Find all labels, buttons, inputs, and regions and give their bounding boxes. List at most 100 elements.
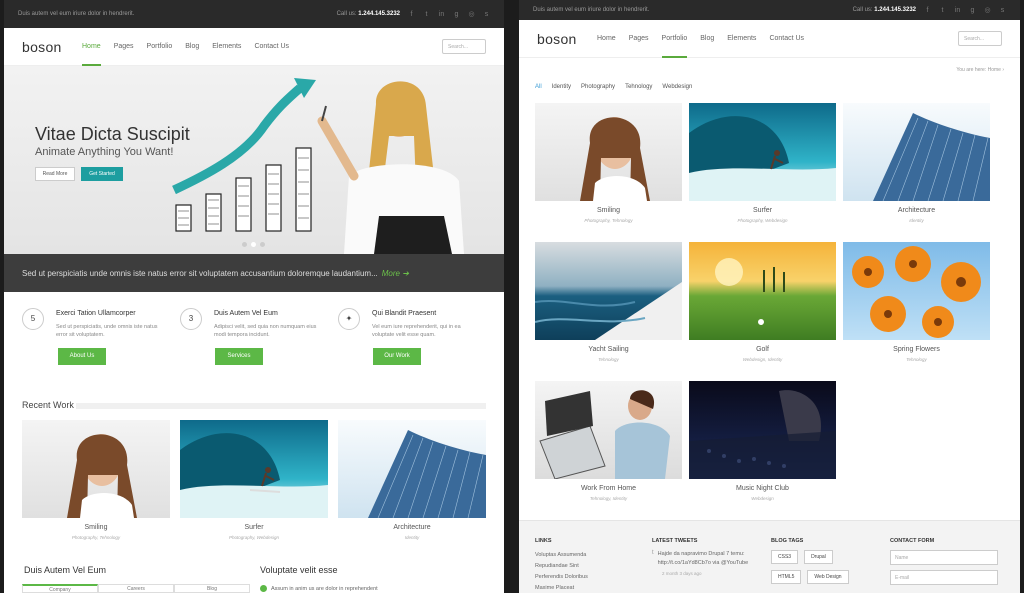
our-work-button[interactable]: Our Work bbox=[373, 348, 421, 365]
linkedin-icon[interactable]: in bbox=[438, 11, 445, 18]
tab-careers[interactable]: Careers bbox=[98, 584, 174, 593]
portfolio-categories: Photography, Webdesign bbox=[737, 218, 788, 223]
menu-pages[interactable]: Pages bbox=[114, 28, 134, 66]
slider-dot[interactable] bbox=[260, 242, 265, 247]
portfolio-thumb-architecture[interactable] bbox=[843, 103, 990, 201]
menu-blog[interactable]: Blog bbox=[700, 20, 714, 58]
portfolio-filters: All Identity Photography Tehnology Webde… bbox=[535, 84, 692, 90]
menu-elements[interactable]: Elements bbox=[727, 20, 756, 58]
slider-dot[interactable] bbox=[251, 242, 256, 247]
logo[interactable]: boson bbox=[537, 31, 597, 47]
banner-more-link[interactable]: More ➔ bbox=[382, 269, 409, 278]
menu-pages[interactable]: Pages bbox=[629, 20, 649, 58]
dribbble-icon[interactable]: ◎ bbox=[984, 7, 991, 14]
read-more-button[interactable]: Read More bbox=[35, 167, 75, 181]
footer-link[interactable]: Perferendis Doloribus bbox=[535, 572, 588, 583]
tag-html5[interactable]: HTML5 bbox=[771, 570, 802, 584]
breadcrumb[interactable]: You are here: Home › bbox=[956, 67, 1004, 73]
footer-tweets-title: LATEST TWEETS bbox=[652, 538, 698, 544]
menu-portfolio[interactable]: Portfolio bbox=[147, 28, 173, 66]
tag-drupal[interactable]: Drupal bbox=[804, 550, 833, 564]
portfolio-title[interactable]: Golf bbox=[689, 346, 836, 353]
tab-company[interactable]: Company bbox=[22, 584, 98, 593]
facebook-icon[interactable]: f bbox=[924, 7, 931, 14]
search-input[interactable]: Search... bbox=[958, 31, 1002, 46]
tag-web-design[interactable]: Web Design bbox=[807, 570, 849, 584]
twitter-icon[interactable]: t bbox=[939, 7, 946, 14]
portfolio-thumb-golf[interactable] bbox=[689, 242, 836, 340]
portfolio-categories: Identity bbox=[909, 218, 924, 223]
portfolio-title[interactable]: Yacht Sailing bbox=[535, 346, 682, 353]
facebook-icon[interactable]: f bbox=[408, 11, 415, 18]
logo[interactable]: boson bbox=[22, 39, 82, 55]
hero-slider: Vitae Dicta Suscipit Animate Anything Yo… bbox=[4, 66, 504, 254]
main-nav: boson Home Pages Portfolio Blog Elements… bbox=[519, 20, 1020, 58]
section-title-left: Duis Autem Vel Eum bbox=[24, 565, 107, 575]
footer-link[interactable]: Voluptas Assumenda bbox=[535, 550, 588, 561]
portfolio-thumb-smiling[interactable] bbox=[535, 103, 682, 201]
feature-title: Duis Autem Vel Eum bbox=[214, 310, 278, 317]
work-title[interactable]: Architecture bbox=[338, 524, 486, 531]
name-field[interactable]: Name bbox=[890, 550, 998, 565]
skype-icon[interactable]: s bbox=[483, 11, 490, 18]
twitter-icon[interactable]: t bbox=[423, 11, 430, 18]
work-title[interactable]: Smiling bbox=[22, 524, 170, 531]
filter-tehnology[interactable]: Tehnology bbox=[625, 84, 652, 90]
portfolio-thumb-flowers[interactable] bbox=[843, 242, 990, 340]
check-icon bbox=[260, 585, 267, 592]
topbar-text: Duis autem vel eum iriure dolor in hendr… bbox=[18, 11, 135, 17]
work-thumb-smiling[interactable] bbox=[22, 420, 170, 518]
filter-identity[interactable]: Identity bbox=[552, 84, 571, 90]
menu-portfolio[interactable]: Portfolio bbox=[661, 20, 687, 58]
googleplus-icon[interactable]: g bbox=[453, 11, 460, 18]
portfolio-thumb-work-from-home[interactable] bbox=[535, 381, 682, 479]
portfolio-title[interactable]: Architecture bbox=[843, 207, 990, 214]
portfolio-title[interactable]: Music Night Club bbox=[689, 485, 836, 492]
promo-banner: Sed ut perspiciatis unde omnis iste natu… bbox=[4, 254, 504, 292]
linkedin-icon[interactable]: in bbox=[954, 7, 961, 14]
work-thumb-architecture[interactable] bbox=[338, 420, 486, 518]
portfolio-title[interactable]: Spring Flowers bbox=[843, 346, 990, 353]
work-thumb-surfer[interactable] bbox=[180, 420, 328, 518]
menu-elements[interactable]: Elements bbox=[212, 28, 241, 66]
portfolio-title[interactable]: Work From Home bbox=[535, 485, 682, 492]
menu: Home Pages Portfolio Blog Elements Conta… bbox=[82, 28, 289, 66]
services-button[interactable]: Services bbox=[215, 348, 263, 365]
portfolio-thumb-yacht[interactable] bbox=[535, 242, 682, 340]
menu-contact[interactable]: Contact Us bbox=[254, 28, 289, 66]
portfolio-thumb-music-club[interactable] bbox=[689, 381, 836, 479]
tab-blog[interactable]: Blog bbox=[174, 584, 250, 593]
menu-blog[interactable]: Blog bbox=[185, 28, 199, 66]
tabs: Company Careers Blog bbox=[22, 584, 250, 593]
tweet-text[interactable]: Hajde da napravimo Drupal 7 temu: http:/… bbox=[658, 550, 762, 568]
footer-contact-title: CONTACT FORM bbox=[890, 538, 935, 544]
filter-webdesign[interactable]: Webdesign bbox=[662, 84, 692, 90]
skype-icon[interactable]: s bbox=[999, 7, 1006, 14]
portfolio-thumb-surfer[interactable] bbox=[689, 103, 836, 201]
slider-dot[interactable] bbox=[242, 242, 247, 247]
menu-contact[interactable]: Contact Us bbox=[769, 20, 804, 58]
topbar-text: Duis autem vel eum iriure dolor in hendr… bbox=[533, 7, 650, 13]
search-input[interactable]: Search... bbox=[442, 39, 486, 54]
portfolio-title[interactable]: Surfer bbox=[689, 207, 836, 214]
top-bar: Duis autem vel eum iriure dolor in hendr… bbox=[4, 0, 504, 28]
footer-link[interactable]: Maxime Placeat bbox=[535, 583, 588, 593]
html5-icon: 5 bbox=[22, 308, 44, 330]
filter-all[interactable]: All bbox=[535, 84, 542, 90]
filter-photography[interactable]: Photography bbox=[581, 84, 615, 90]
work-title[interactable]: Surfer bbox=[180, 524, 328, 531]
portfolio-title[interactable]: Smiling bbox=[535, 207, 682, 214]
check-list-item: Assum in anim us are dolor in reprehende… bbox=[260, 585, 378, 592]
email-field[interactable]: E-mail bbox=[890, 570, 998, 585]
menu-home[interactable]: Home bbox=[82, 28, 101, 66]
dribbble-icon[interactable]: ◎ bbox=[468, 11, 475, 18]
feature-text: Vel eum iure reprehenderit, qui in ea vo… bbox=[372, 324, 461, 338]
about-us-button[interactable]: About Us bbox=[58, 348, 106, 365]
tag-css3[interactable]: CSS3 bbox=[771, 550, 799, 564]
menu-home[interactable]: Home bbox=[597, 20, 616, 58]
get-started-button[interactable]: Get Started bbox=[81, 167, 123, 181]
recent-work-title: Recent Work bbox=[22, 400, 74, 410]
googleplus-icon[interactable]: g bbox=[969, 7, 976, 14]
footer-link[interactable]: Repudiandae Sint bbox=[535, 561, 588, 572]
twitter-icon: t bbox=[652, 550, 654, 556]
